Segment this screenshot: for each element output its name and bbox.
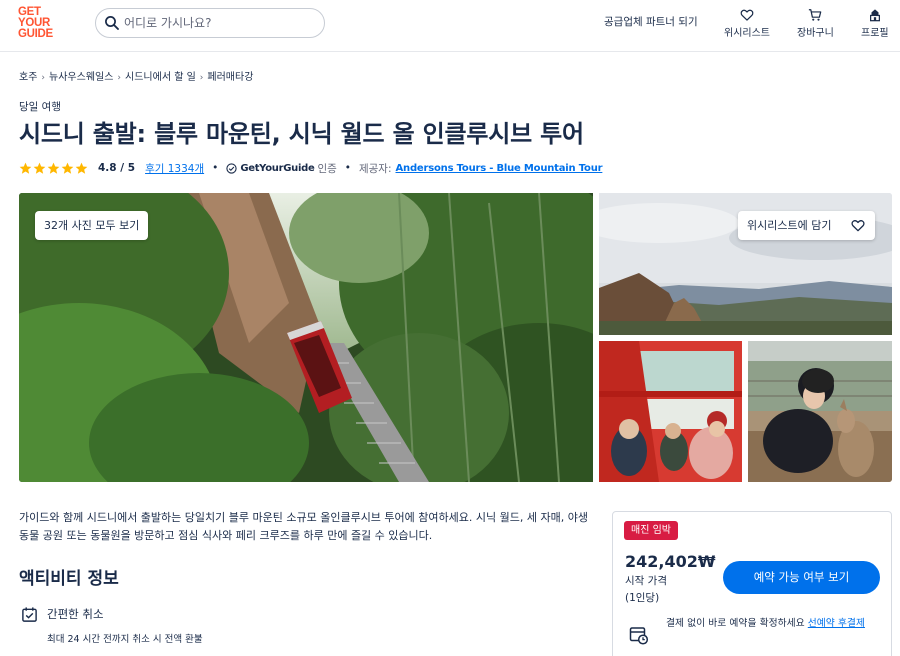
add-to-wishlist-label: 위시리스트에 담기 (747, 219, 832, 232)
heart-icon (851, 220, 865, 232)
breadcrumb: 호주 › 뉴사우스웨일스 › 시드니에서 할 일 › 페러매타강 (19, 68, 253, 83)
activity-description: 가이드와 함께 시드니에서 출발하는 당일치기 블루 마운틴 소규모 올인클루시… (19, 511, 588, 542)
nav-wishlist[interactable]: 위시리스트 (724, 8, 770, 39)
verified-check-icon (226, 162, 237, 174)
calendar-clock-icon (629, 627, 649, 645)
getyourguide-logo[interactable]: GET YOUR GUIDE (18, 6, 62, 40)
heart-icon (740, 9, 754, 21)
rating-value: 4.8 / 5 (98, 162, 136, 174)
calendar-check-icon (22, 607, 37, 622)
price-from-label: 시작 가격 (625, 575, 667, 587)
provider-label: 제공자: (358, 162, 392, 175)
star-icon (75, 162, 88, 174)
star-icon (19, 162, 32, 174)
breadcrumb-separator: › (117, 73, 122, 83)
add-to-wishlist-button[interactable]: 위시리스트에 담기 (738, 211, 875, 240)
view-all-photos-button[interactable]: 32개 사진 모두 보기 (35, 211, 149, 240)
breadcrumb-separator: › (41, 73, 46, 83)
nav-profile-label: 프로필 (861, 28, 889, 39)
breadcrumb-item[interactable]: 호주 (19, 72, 37, 83)
feature-free-cancellation: 간편한 취소 최대 24 시간 전까지 취소 시 전액 환불 (21, 605, 421, 645)
nav-wishlist-label: 위시리스트 (724, 28, 770, 39)
train-passengers-photo (599, 341, 742, 482)
provider-link[interactable]: Andersons Tours - Blue Mountain Tour (396, 163, 603, 174)
breadcrumb-separator: › (199, 73, 204, 83)
logo-line-3: GUIDE (18, 28, 53, 40)
feature-title: 간편한 취소 (47, 607, 104, 621)
reviews-link[interactable]: 후기 1334개 (145, 161, 204, 176)
price-value: 242,402₩ (625, 552, 716, 571)
search-box[interactable] (95, 8, 325, 38)
nav-cart-label: 장바구니 (797, 28, 834, 39)
nav-profile[interactable]: 프로필 (861, 8, 889, 39)
feature-subtitle: 최대 24 시간 전까지 취소 시 전액 환불 (47, 634, 203, 645)
rating-row: 4.8 / 5 후기 1334개 • GetYourGuide 인증 • 제공자… (19, 160, 603, 176)
cart-icon (809, 9, 822, 21)
certified-brand: GetYourGuide (240, 162, 315, 174)
nav-cart[interactable]: 장바구니 (797, 8, 834, 39)
bullet-separator: • (212, 162, 219, 174)
booking-card: 매진 임박 242,402₩ 시작 가격 (1인당) 예약 가능 여부 보기 결… (612, 511, 892, 656)
search-icon (105, 16, 119, 30)
star-icon (47, 162, 60, 174)
price-per-person-label: (1인당) (625, 592, 660, 604)
bullet-separator: • (344, 162, 351, 174)
reserve-now-pay-later-note: 결제 없이 바로 예약을 확정하세요 선예약 후결제 (666, 616, 888, 631)
top-header: GET YOUR GUIDE 공급업체 파트너 되기 위시리스트 장바구니 프로… (0, 0, 900, 52)
gallery-photo-kangaroo[interactable] (748, 341, 892, 482)
activity-category: 당일 여행 (19, 101, 61, 113)
check-availability-button[interactable]: 예약 가능 여부 보기 (723, 561, 880, 594)
wildlife-park-photo (748, 341, 892, 482)
become-supplier-link[interactable]: 공급업체 파트너 되기 (604, 14, 698, 29)
breadcrumb-item[interactable]: 페러매타강 (207, 72, 253, 83)
rating-stars (19, 162, 88, 175)
reserve-now-pay-later-link[interactable]: 선예약 후결제 (808, 618, 865, 629)
about-section-title: 액티비티 정보 (19, 569, 119, 589)
breadcrumb-item[interactable]: 뉴사우스웨일스 (49, 72, 113, 83)
profile-icon (869, 9, 880, 22)
star-icon (61, 162, 74, 174)
star-icon (33, 162, 46, 174)
page-title: 시드니 출발: 블루 마운틴, 시닉 월드 올 인클루시브 투어 (19, 120, 584, 148)
breadcrumb-item[interactable]: 시드니에서 할 일 (125, 72, 196, 83)
reserve-note-text: 결제 없이 바로 예약을 확정하세요 (666, 618, 808, 629)
gallery-photo-train[interactable] (599, 341, 742, 482)
certified-label: 인증 (317, 162, 337, 175)
likely-to-sell-out-badge: 매진 임박 (624, 521, 678, 540)
search-input[interactable] (124, 13, 314, 33)
